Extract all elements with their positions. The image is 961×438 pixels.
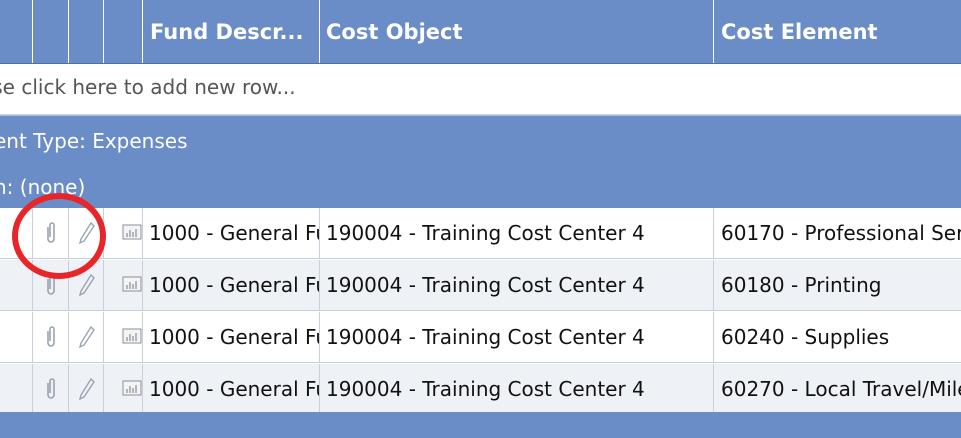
header-cost-object-label: Cost Object <box>326 20 463 44</box>
edit-cell[interactable] <box>69 364 104 414</box>
detail-grid-icon[interactable] <box>122 328 142 344</box>
edit-cell[interactable] <box>69 312 104 362</box>
grid-footer <box>0 412 961 438</box>
row-select-cell[interactable] <box>0 312 33 362</box>
group-element-type-label: ent Type: Expenses <box>0 129 188 153</box>
header-fund-description[interactable]: Fund Descr... <box>143 0 320 63</box>
group-row-sub[interactable]: n: (none) <box>0 166 961 208</box>
cost-object-cell[interactable]: 190004 - Training Cost Center 4 <box>320 260 714 310</box>
header-cost-element[interactable]: Cost Element <box>714 0 961 63</box>
cost-element-cell[interactable]: 60270 - Local Travel/Mileage <box>714 364 961 414</box>
table-row[interactable]: 1000 - General Fund 190004 - Training Co… <box>0 208 961 259</box>
detail-grid-icon[interactable] <box>122 276 142 292</box>
cost-object-value: 190004 - Training Cost Center 4 <box>326 377 645 401</box>
header-cell-blank-2 <box>33 0 69 63</box>
grid-header: Fund Descr... Cost Object Cost Element <box>0 0 961 64</box>
cost-element-cell[interactable]: 60240 - Supplies <box>714 312 961 362</box>
cost-object-cell[interactable]: 190004 - Training Cost Center 4 <box>320 208 714 258</box>
cost-object-cell[interactable]: 190004 - Training Cost Center 4 <box>320 364 714 414</box>
header-cell-blank-3 <box>69 0 104 63</box>
cost-element-value: 60270 - Local Travel/Mileage <box>721 377 961 401</box>
detail-grid-icon[interactable] <box>122 380 142 396</box>
detail-cell[interactable] <box>104 364 143 414</box>
cost-object-cell[interactable]: 190004 - Training Cost Center 4 <box>320 312 714 362</box>
fund-cell[interactable]: 1000 - General Fund <box>143 312 320 362</box>
fund-cell[interactable]: 1000 - General Fund <box>143 208 320 258</box>
fund-cell[interactable]: 1000 - General Fund <box>143 260 320 310</box>
cost-element-cell[interactable]: 60170 - Professional Services <box>714 208 961 258</box>
detail-cell[interactable] <box>104 312 143 362</box>
cost-object-value: 190004 - Training Cost Center 4 <box>326 221 645 245</box>
table-row[interactable]: 1000 - General Fund 190004 - Training Co… <box>0 260 961 311</box>
header-fund-label: Fund Descr... <box>150 20 304 44</box>
budget-grid: Fund Descr... Cost Object Cost Element a… <box>0 0 961 438</box>
cost-element-value: 60170 - Professional Services <box>721 221 961 245</box>
paperclip-icon[interactable] <box>44 325 58 349</box>
pencil-icon[interactable] <box>78 377 96 401</box>
cost-object-value: 190004 - Training Cost Center 4 <box>326 325 645 349</box>
cost-element-value: 60180 - Printing <box>721 273 882 297</box>
add-new-row-label: ase click here to add new row... <box>0 75 296 99</box>
attach-cell[interactable] <box>33 312 69 362</box>
fund-value: 1000 - General Fund <box>149 377 319 401</box>
fund-cell[interactable]: 1000 - General Fund <box>143 364 320 414</box>
fund-value: 1000 - General Fund <box>149 221 319 245</box>
detail-cell[interactable] <box>104 260 143 310</box>
add-new-row[interactable]: ase click here to add new row... <box>0 64 961 115</box>
header-cell-blank-4 <box>104 0 143 63</box>
table-row[interactable]: 1000 - General Fund 190004 - Training Co… <box>0 312 961 363</box>
annotation-circle <box>12 193 106 279</box>
cost-element-value: 60240 - Supplies <box>721 325 890 349</box>
pencil-icon[interactable] <box>78 273 96 297</box>
header-cost-object[interactable]: Cost Object <box>320 0 714 63</box>
row-select-cell[interactable] <box>0 364 33 414</box>
table-row[interactable]: 1000 - General Fund 190004 - Training Co… <box>0 364 961 415</box>
cost-element-cell[interactable]: 60180 - Printing <box>714 260 961 310</box>
attach-cell[interactable] <box>33 364 69 414</box>
header-cost-element-label: Cost Element <box>721 20 878 44</box>
fund-value: 1000 - General Fund <box>149 325 319 349</box>
paperclip-icon[interactable] <box>44 377 58 401</box>
detail-grid-icon[interactable] <box>122 224 142 240</box>
detail-cell[interactable] <box>104 208 143 258</box>
pencil-icon[interactable] <box>78 325 96 349</box>
group-row-element-type[interactable]: ent Type: Expenses <box>0 115 961 167</box>
header-cell-blank-1 <box>0 0 33 63</box>
fund-value: 1000 - General Fund <box>149 273 319 297</box>
cost-object-value: 190004 - Training Cost Center 4 <box>326 273 645 297</box>
